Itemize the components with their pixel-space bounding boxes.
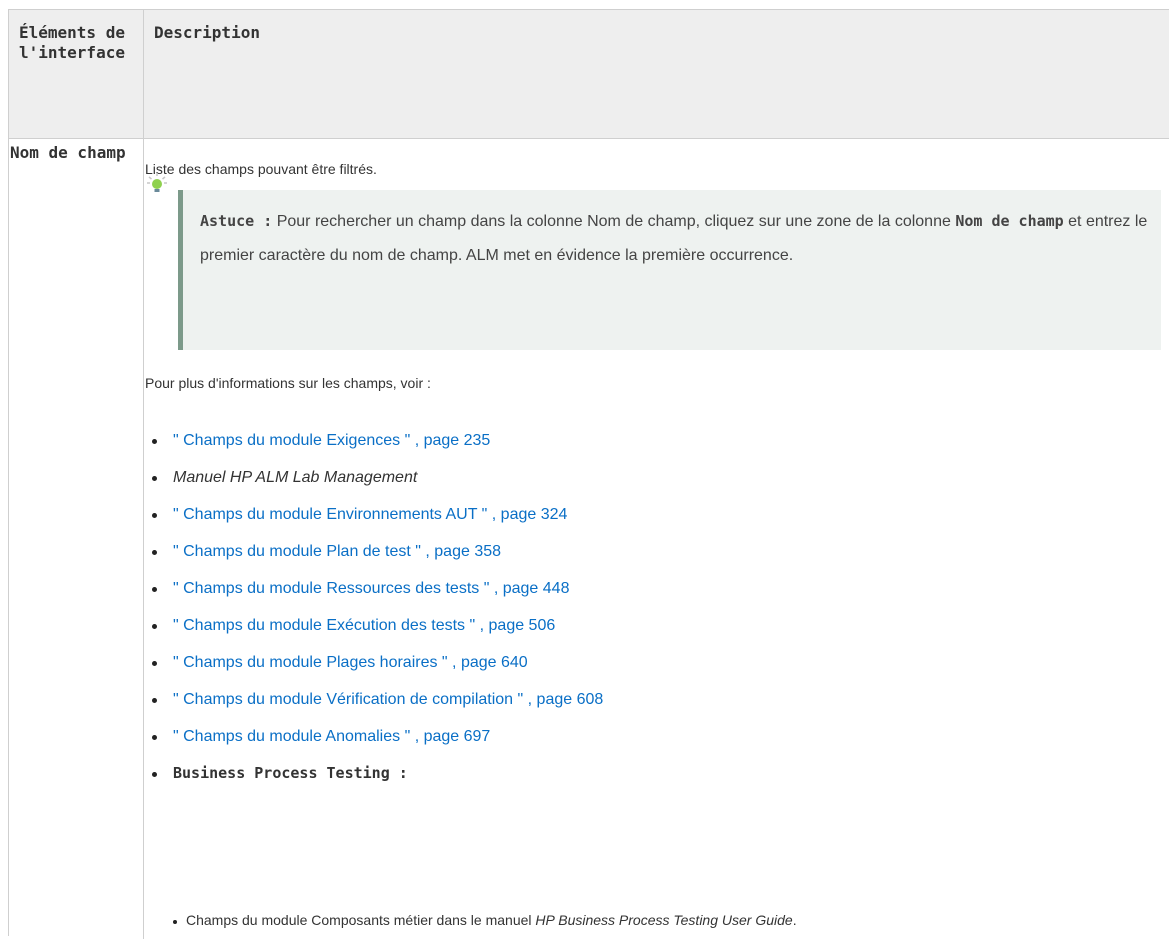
row-intro-text: Liste des champs pouvant être filtrés. [145,161,377,177]
column-divider [143,139,144,939]
more-info-text: Pour plus d'informations sur les champs,… [145,375,431,391]
link-test-plan-fields[interactable]: " Champs du module Plan de test " , page… [145,533,603,570]
lightbulb-icon [147,173,167,192]
field-links-list: " Champs du module Exigences " , page 23… [145,422,603,792]
tip-text: Astuce : Pour rechercher un champ dans l… [200,204,1155,273]
header-elements-label: Éléments de l'interface [19,23,125,62]
sub-item-prefix: Champs du module Composants métier dans … [186,912,536,928]
sub-item-suffix: . [792,912,797,928]
header-description-label: Description [154,23,260,42]
link-requirements-fields[interactable]: " Champs du module Exigences " , page 23… [145,422,603,459]
link-timeslots-fields[interactable]: " Champs du module Plages horaires " , p… [145,644,603,681]
lab-management-guide-item: Manuel HP ALM Lab Management [145,459,603,496]
tip-box: Astuce : Pour rechercher un champ dans l… [178,190,1161,350]
business-process-testing-item: Business Process Testing : [145,755,603,792]
tip-bold-term: Nom de champ [955,212,1064,230]
business-components-sub-item: Champs du module Composants métier dans … [173,912,797,928]
row-name-cell: Nom de champ [10,143,126,162]
link-test-resources-fields[interactable]: " Champs du module Ressources des tests … [145,570,603,607]
link-build-verification-fields[interactable]: " Champs du module Vérification de compi… [145,681,603,718]
header-cell-elements: Éléments de l'interface [9,10,144,138]
link-defects-fields[interactable]: " Champs du module Anomalies " , page 69… [145,718,603,755]
tip-label: Astuce : [200,212,273,230]
sub-item-guide-title: HP Business Process Testing User Guide [535,912,793,928]
table-header: Éléments de l'interface Description [9,10,1169,139]
tip-text-part1: Pour rechercher un champ dans la colonne… [272,213,956,230]
link-aut-environments-fields[interactable]: " Champs du module Environnements AUT " … [145,496,603,533]
link-test-lab-fields[interactable]: " Champs du module Exécution des tests "… [145,607,603,644]
